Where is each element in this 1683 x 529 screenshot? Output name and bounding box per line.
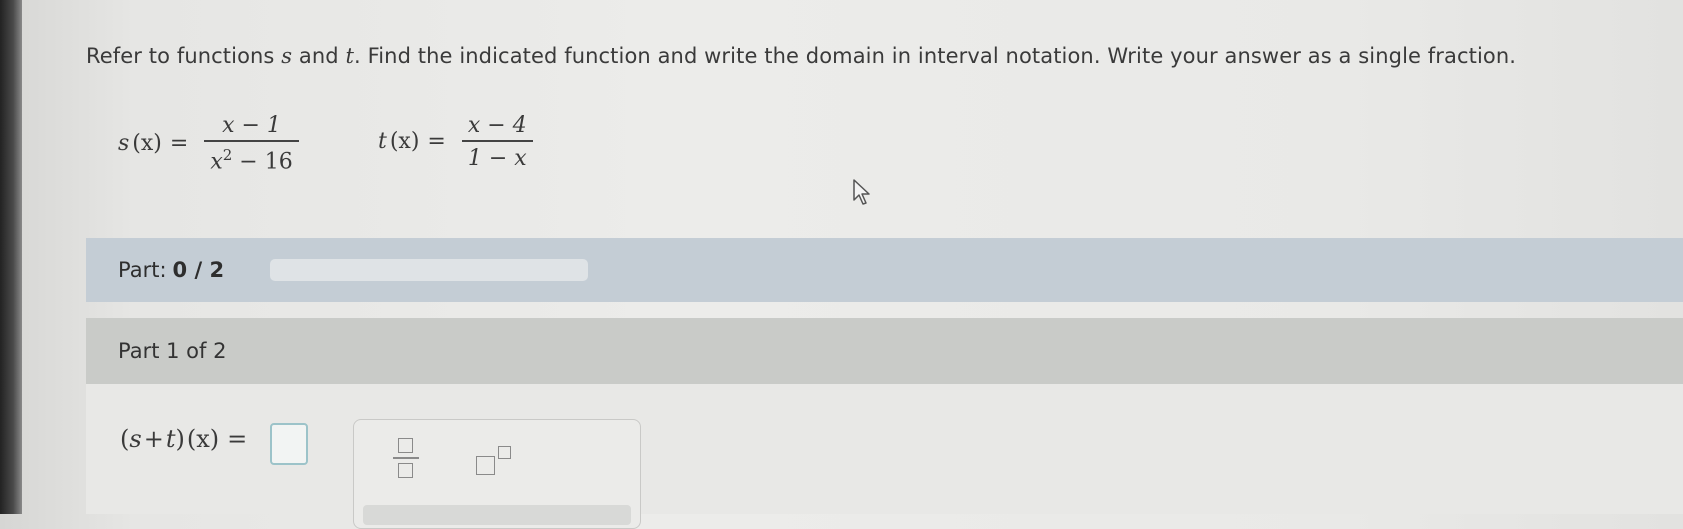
answer-expression: (s + t) (x) = bbox=[120, 425, 247, 453]
answer-plus: + bbox=[143, 425, 164, 453]
function-t-equals: = bbox=[427, 129, 446, 155]
superscript-icon[interactable] bbox=[476, 446, 512, 478]
function-s-arg: (x) bbox=[132, 130, 162, 156]
function-s-denominator-rest: − 16 bbox=[232, 148, 293, 174]
answer-work-area bbox=[86, 384, 1683, 514]
function-s-denominator-base: x bbox=[210, 148, 223, 174]
mouse-pointer-icon bbox=[853, 179, 870, 205]
function-t-denominator: 1 − x bbox=[467, 145, 527, 171]
progress-label-text: Part: bbox=[118, 258, 167, 282]
instructions-part-3: . Find the indicated function and write … bbox=[354, 44, 1517, 68]
function-t-fraction: x − 4 1 − x bbox=[461, 113, 533, 171]
instructions-part-2: and bbox=[292, 44, 346, 68]
function-s-name: s bbox=[118, 130, 130, 156]
fraction-icon[interactable] bbox=[393, 438, 419, 480]
function-s-denominator-exponent: 2 bbox=[222, 145, 233, 164]
instructions-part-1: Refer to functions bbox=[86, 44, 282, 68]
function-t-numerator: x − 4 bbox=[467, 113, 527, 138]
answer-var-s: s bbox=[129, 425, 142, 453]
screen-bezel-edge bbox=[0, 0, 22, 514]
instructions-var-s: s bbox=[281, 44, 293, 68]
answer-var-t: t bbox=[165, 425, 176, 453]
instructions-text: Refer to functions s and t. Find the ind… bbox=[86, 44, 1516, 68]
function-s-denominator: x2 − 16 bbox=[204, 142, 298, 174]
answer-close-paren: ) bbox=[175, 425, 185, 453]
function-t-definition: t (x) = x − 4 1 − x bbox=[378, 113, 533, 171]
instructions-var-t: t bbox=[345, 44, 355, 68]
answer-equals: = bbox=[227, 425, 248, 453]
function-t-arg: (x) bbox=[389, 129, 420, 155]
function-s-fraction: x − 1 x2 − 16 bbox=[204, 113, 299, 174]
answer-arg: (x) bbox=[186, 425, 220, 453]
function-s-numerator: x − 1 bbox=[222, 113, 281, 138]
part-label: Part 1 of 2 bbox=[118, 339, 227, 363]
toolbox-bottom-row bbox=[363, 505, 631, 525]
answer-input[interactable] bbox=[270, 423, 308, 465]
progress-label: Part: 0 / 2 bbox=[118, 258, 224, 282]
progress-track bbox=[270, 259, 588, 281]
function-s-equals: = bbox=[169, 130, 189, 156]
answer-open-paren: ( bbox=[120, 425, 130, 453]
function-t-name: t bbox=[378, 129, 387, 155]
function-s-definition: s (x) = x − 1 x2 − 16 bbox=[118, 113, 299, 174]
part-header bbox=[86, 318, 1683, 384]
progress-value: 0 / 2 bbox=[172, 258, 225, 282]
